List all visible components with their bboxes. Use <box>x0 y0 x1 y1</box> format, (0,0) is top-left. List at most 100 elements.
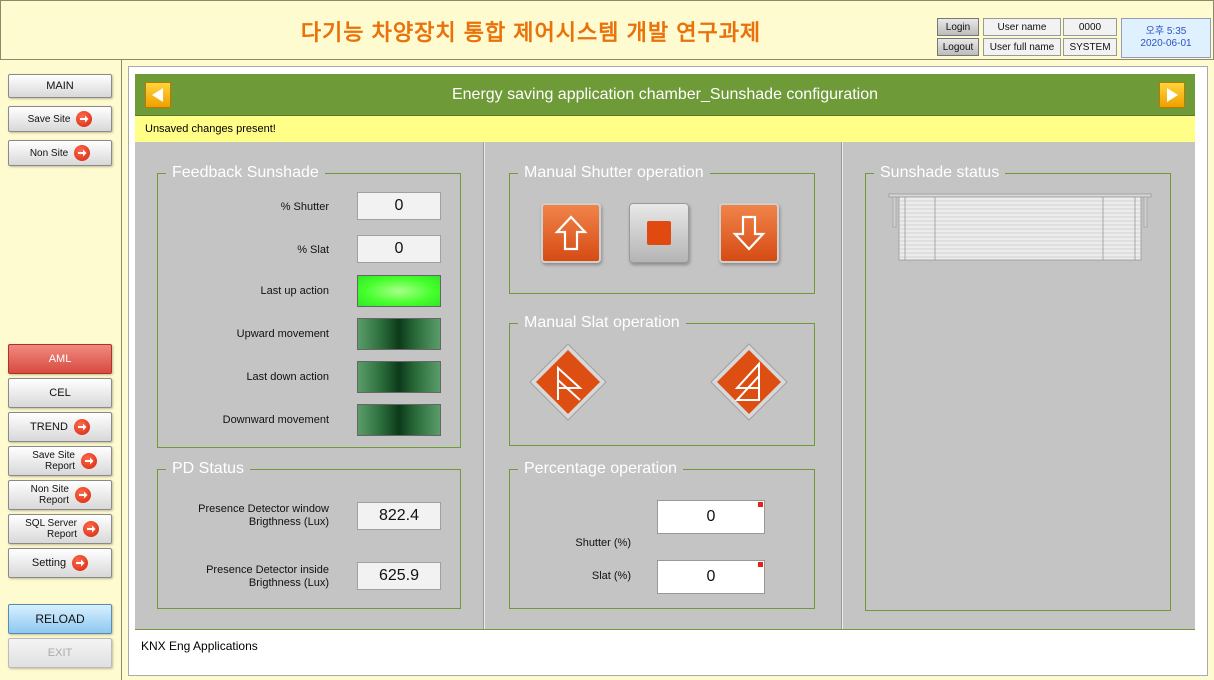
right-arrow-circle-icon <box>75 487 91 503</box>
user-name-value: 0000 <box>1063 18 1117 36</box>
blind-visual <box>888 193 1152 261</box>
slat-percent-input-label: Slat (%) <box>591 570 631 582</box>
main-button[interactable]: MAIN <box>8 74 112 98</box>
next-page-button[interactable] <box>1159 82 1185 108</box>
pd-inside-label-line2: Brigthness (Lux) <box>248 577 329 589</box>
page-titlebar: Energy saving application chamber_Sunsha… <box>135 74 1195 116</box>
shutter-down-button[interactable] <box>719 203 779 263</box>
right-arrow-circle-icon <box>74 145 91 161</box>
upward-movement-label: Upward movement <box>236 328 329 340</box>
last-down-action-indicator <box>357 361 441 393</box>
save-site-report-label: Save Site Report <box>32 450 75 472</box>
unsaved-warning: Unsaved changes present! <box>135 116 1195 142</box>
user-name-label: User name <box>983 18 1061 36</box>
sunshade-status-legend: Sunshade status <box>880 164 1000 181</box>
clock-time: 오후 5:35 <box>1145 26 1187 37</box>
pd-window-label: Presence Detector window Brigthness (Lux… <box>165 503 329 529</box>
exit-button-label: EXIT <box>47 647 73 659</box>
cel-button-label: CEL <box>49 387 71 399</box>
last-down-action-label: Last down action <box>246 371 329 383</box>
slat-tilt-open-icon <box>529 343 607 421</box>
edit-marker-icon <box>758 502 763 507</box>
pd-inside-label: Presence Detector inside Brigthness (Lux… <box>165 564 329 590</box>
setting-label: Setting <box>31 556 67 569</box>
shutter-percent-label: % Shutter <box>280 201 329 213</box>
right-arrow-circle-icon <box>72 555 89 571</box>
main-button-label: MAIN <box>46 80 74 92</box>
right-arrow-circle-icon <box>76 111 93 127</box>
pd-window-label-line2: Brigthness (Lux) <box>248 516 329 528</box>
sunshade-blind-graphic <box>887 192 1153 262</box>
percentage-operation-legend: Percentage operation <box>524 460 677 477</box>
cel-button[interactable]: CEL <box>8 378 112 408</box>
pd-status-legend: PD Status <box>172 460 245 477</box>
content-area: Feedback Sunshade % Shutter 0 % Slat 0 L… <box>135 142 1195 629</box>
shutter-percent-input[interactable]: 0 <box>657 500 765 534</box>
reload-button-label: RELOAD <box>35 612 85 626</box>
user-full-name-label: User full name <box>983 38 1061 56</box>
clock-date: 2020-06-01 <box>1140 38 1192 49</box>
last-up-action-label: Last up action <box>260 285 330 297</box>
trend-button[interactable]: TREND <box>8 412 112 442</box>
upward-movement-indicator <box>357 318 441 350</box>
clock: 오후 5:35 2020-06-01 <box>1121 18 1211 58</box>
slat-open-button[interactable] <box>528 342 608 422</box>
user-full-name-value: SYSTEM <box>1063 38 1117 56</box>
slat-percent-label: % Slat <box>297 244 329 256</box>
manual-shutter-legend: Manual Shutter operation <box>524 164 704 181</box>
pd-window-value: 822.4 <box>357 502 441 530</box>
slat-percent-value: 0 <box>357 235 441 263</box>
slat-close-button[interactable] <box>709 342 789 422</box>
logout-button[interactable]: Logout <box>937 38 979 56</box>
left-triangle-icon <box>152 88 163 102</box>
last-up-action-indicator <box>357 275 441 307</box>
right-arrow-circle-icon <box>73 419 90 435</box>
edit-marker-icon <box>758 562 763 567</box>
footer: KNX Eng Applications <box>135 629 1195 661</box>
right-triangle-icon <box>1167 88 1178 102</box>
app-title: 다기능 차양장치 통합 제어시스템 개발 연구과제 <box>300 20 762 45</box>
prev-page-button[interactable] <box>145 82 171 108</box>
exit-button[interactable]: EXIT <box>8 638 112 668</box>
manual-slat-legend: Manual Slat operation <box>524 314 680 331</box>
sql-server-report-button[interactable]: SQL Server Report <box>8 514 112 544</box>
login-button[interactable]: Login <box>937 18 979 36</box>
down-arrow-icon <box>732 215 766 251</box>
shutter-up-button[interactable] <box>541 203 601 263</box>
reload-button[interactable]: RELOAD <box>8 604 112 634</box>
shutter-percent-value: 0 <box>357 192 441 220</box>
slat-percent-input-value: 0 <box>706 568 716 585</box>
aml-button-label: AML <box>48 353 72 365</box>
column-divider <box>841 142 843 629</box>
slat-percent-input[interactable]: 0 <box>657 560 765 594</box>
page-title: Energy saving application chamber_Sunsha… <box>451 86 879 103</box>
setting-button[interactable]: Setting <box>8 548 112 578</box>
non-site-button[interactable]: Non Site <box>8 140 112 166</box>
slat-tilt-close-icon <box>710 343 788 421</box>
shutter-stop-button[interactable] <box>629 203 689 263</box>
app-header: 다기능 차양장치 통합 제어시스템 개발 연구과제 Login Logout U… <box>0 0 1214 60</box>
shutter-percent-input-value: 0 <box>706 508 716 525</box>
save-site-label: Save Site <box>27 113 71 125</box>
up-arrow-icon <box>554 215 588 251</box>
right-arrow-circle-icon <box>81 453 97 469</box>
right-arrow-circle-icon <box>83 521 99 537</box>
pd-inside-value: 625.9 <box>357 562 441 590</box>
pd-inside-label-line1: Presence Detector inside <box>206 564 329 576</box>
save-site-button[interactable]: Save Site <box>8 106 112 132</box>
downward-movement-label: Downward movement <box>222 414 329 426</box>
non-site-report-label: Non Site Report <box>30 484 69 506</box>
sql-server-report-label: SQL Server Report <box>25 518 77 540</box>
non-site-report-button[interactable]: Non Site Report <box>8 480 112 510</box>
stop-square-icon <box>647 221 671 245</box>
save-site-report-button[interactable]: Save Site Report <box>8 446 112 476</box>
shutter-percent-input-label: Shutter (%) <box>575 537 631 549</box>
aml-button[interactable]: AML <box>8 344 112 374</box>
downward-movement-indicator <box>357 404 441 436</box>
non-site-label: Non Site <box>29 147 69 159</box>
feedback-sunshade-legend: Feedback Sunshade <box>172 164 319 181</box>
pd-window-label-line1: Presence Detector window <box>198 503 329 515</box>
column-divider <box>483 142 485 629</box>
sidebar: MAIN Save Site Non Site AML CEL TREND Sa… <box>0 60 122 680</box>
trend-label: TREND <box>30 420 68 433</box>
